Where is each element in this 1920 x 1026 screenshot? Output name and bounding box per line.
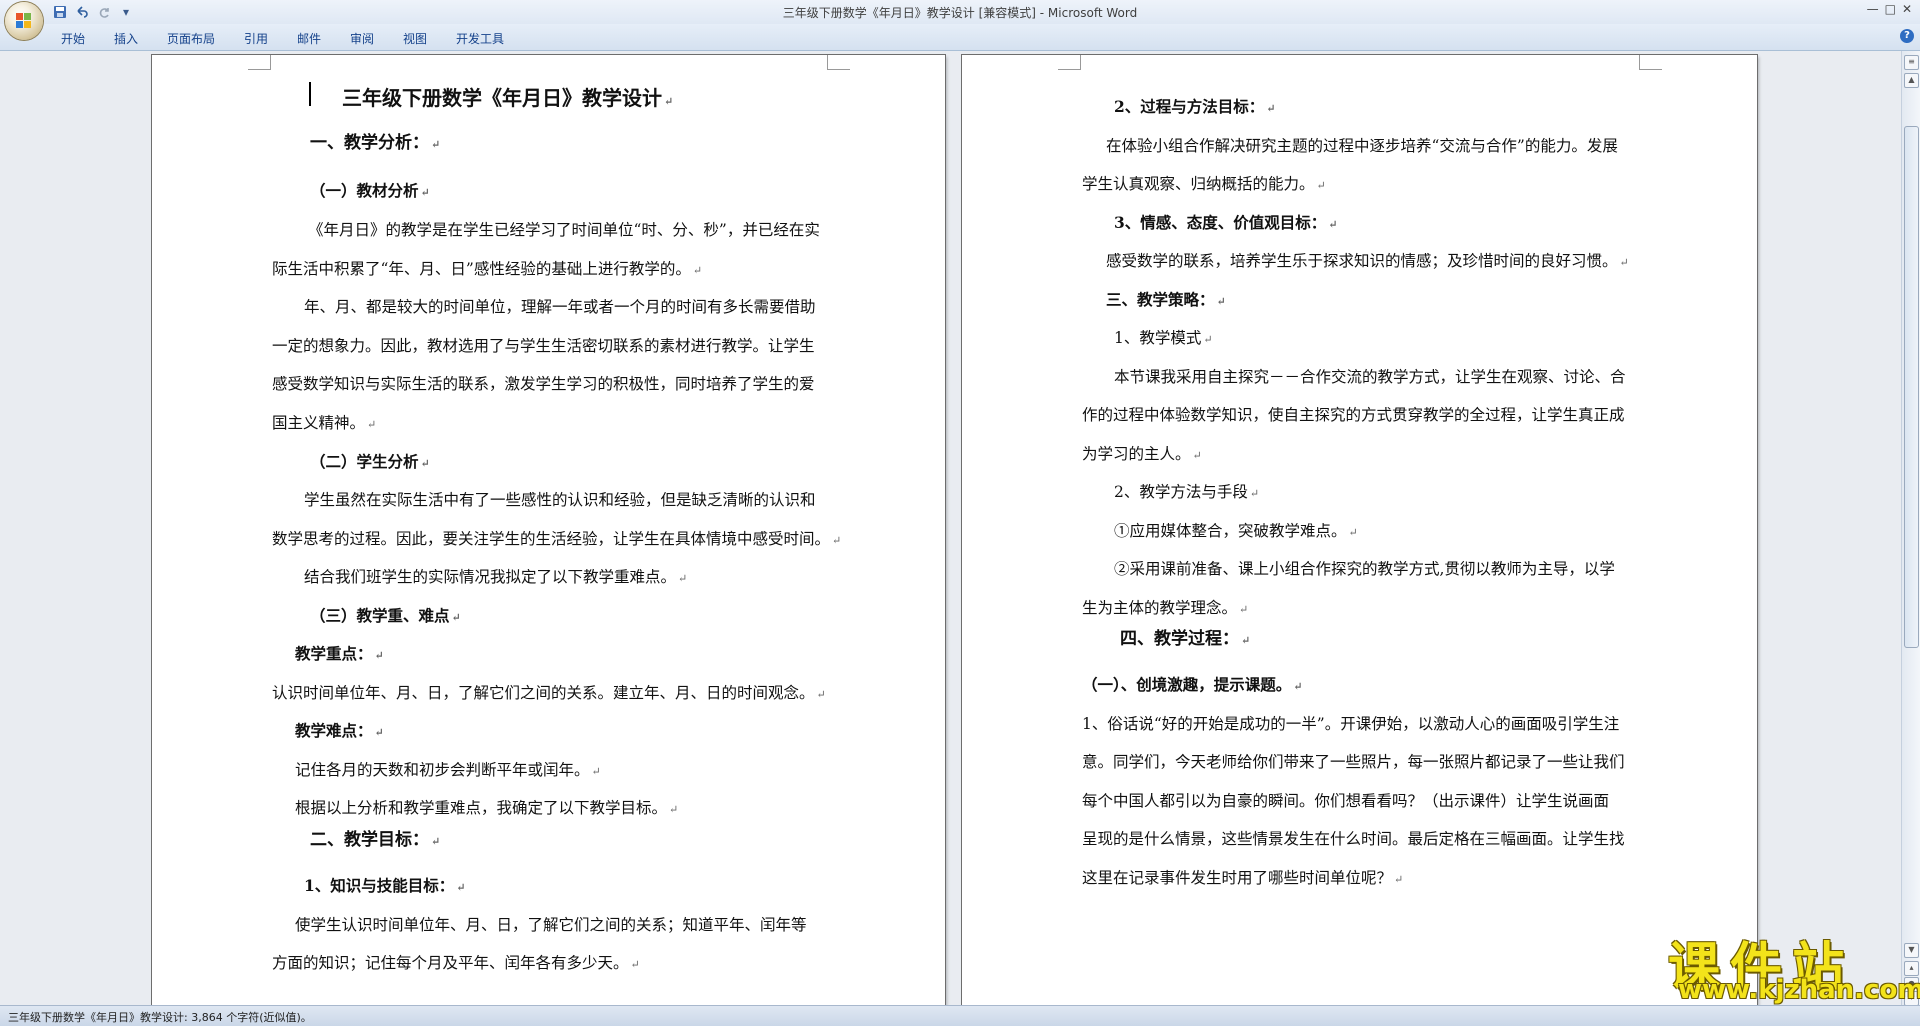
document-title: 三年级下册数学《年月日》教学设计 ↵: [342, 86, 674, 110]
paragraph-line: 国主义精神。 ↵: [272, 414, 377, 432]
paragraph-line: 结合我们班学生的实际情况我拟定了以下教学重难点。 ↵: [304, 568, 688, 586]
heading-teaching-process: 四、教学过程： ↵: [1120, 629, 1251, 649]
tab-page-layout[interactable]: 页面布局: [167, 30, 215, 47]
heading-teaching-goals: 二、教学目标： ↵: [310, 830, 441, 850]
subheading-key-difficult-points: （三）教学重、难点 ↵: [310, 606, 461, 625]
paragraph-line: 年、月、都是较大的时间单位，理解一年或者一个月的时间有多长需要借助: [304, 298, 816, 316]
paragraph-line: 数学思考的过程。因此，要关注学生的生活经验，让学生在具体情境中感受时间。 ↵: [272, 530, 842, 548]
paragraph-line: 感受数学的联系，培养学生乐于探求知识的情感；及珍惜时间的良好习惯。 ↵: [1106, 252, 1629, 270]
ruler-toggle-icon[interactable]: ≡: [1904, 55, 1919, 70]
watermark-url: www.kjzhan.com: [1678, 975, 1920, 1005]
scroll-up-icon[interactable]: ▲: [1904, 73, 1919, 88]
paragraph-line: 感受数学知识与实际生活的联系，激发学生学习的积极性，同时培养了学生的爱: [272, 375, 815, 393]
label-key-points: 教学重点： ↵: [295, 644, 384, 663]
minimize-button[interactable]: —: [1867, 2, 1879, 16]
office-logo-icon: [16, 13, 32, 29]
ribbon-tabs: 开始 插入 页面布局 引用 邮件 审阅 视图 开发工具 ?: [0, 24, 1920, 51]
subheading-process-goal: 2、过程与方法目标： ↵: [1114, 97, 1276, 116]
paragraph-line: 2、教学方法与手段 ↵: [1114, 483, 1260, 501]
tab-developer[interactable]: 开发工具: [456, 30, 504, 47]
heading-teaching-analysis: 一、教学分析： ↵: [310, 133, 441, 153]
tab-review[interactable]: 审阅: [350, 30, 374, 47]
tab-references[interactable]: 引用: [244, 30, 268, 47]
paragraph-line: 每个中国人都引以为自豪的瞬间。你们想看看吗？（出示课件）让学生说画面: [1082, 792, 1610, 810]
page-text-right: 2、过程与方法目标： ↵ 在体验小组合作解决研究主题的过程中逐步培养“交流与合作”…: [962, 55, 1757, 1005]
tab-mailings[interactable]: 邮件: [297, 30, 321, 47]
paragraph-line: 这里在记录事件发生时用了哪些时间单位呢？ ↵: [1082, 869, 1404, 887]
paragraph-line: 记住各月的天数和初步会判断平年或闰年。 ↵: [295, 761, 601, 779]
label-difficult-points: 教学难点： ↵: [295, 721, 384, 740]
paragraph-line: 根据以上分析和教学重难点，我确定了以下教学目标。 ↵: [295, 799, 679, 817]
paragraph-line: 1、俗话说“好的开始是成功的一半”。开课伊始，以激动人心的画面吸引学生注: [1082, 715, 1620, 733]
tab-home[interactable]: 开始: [61, 30, 85, 47]
help-icon[interactable]: ?: [1900, 29, 1914, 43]
subheading-emotion-goal: 3、情感、态度、价值观目标： ↵: [1114, 213, 1338, 232]
watermark-logo: 课件站 www.kjzhan.com: [1668, 925, 1920, 1005]
paragraph-line: 1、教学模式 ↵: [1114, 329, 1213, 347]
paragraph-line: 为学习的主人。 ↵: [1082, 445, 1202, 463]
paragraph-line: 本节课我采用自主探究－－合作交流的教学方式，让学生在观察、讨论、合: [1114, 368, 1626, 386]
heading-teaching-strategy: 三、教学策略： ↵: [1106, 290, 1226, 309]
office-button[interactable]: [5, 2, 43, 40]
maximize-button[interactable]: □: [1885, 2, 1896, 16]
vertical-scrollbar[interactable]: ≡ ▲ ▼ ▴ ● ▾: [1901, 51, 1920, 1006]
paragraph-line: 认识时间单位年、月、日，了解它们之间的关系。建立年、月、日的时间观念。 ↵: [272, 684, 826, 702]
subheading-knowledge-goal: 1、知识与技能目标： ↵: [304, 876, 466, 895]
window-title: 三年级下册数学《年月日》教学设计 [兼容模式] - Microsoft Word: [782, 6, 1138, 20]
paragraph-line: 方面的知识；记住每个月及平年、闰年各有多少天。 ↵: [272, 954, 640, 972]
document-page-left[interactable]: 三年级下册数学《年月日》教学设计 ↵ 一、教学分析： ↵ （一）教材分析 ↵ 《年月日…: [152, 55, 945, 1005]
tab-insert[interactable]: 插入: [114, 30, 138, 47]
page-text-left: 三年级下册数学《年月日》教学设计 ↵ 一、教学分析： ↵ （一）教材分析 ↵ 《年月日…: [152, 55, 945, 1005]
status-text: 三年级下册数学《年月日》教学设计: 3,864 个字符(近似值)。: [8, 1011, 312, 1024]
paragraph-line: 一定的想象力。因此，教材选用了与学生生活密切联系的素材进行教学。让学生: [272, 337, 815, 355]
paragraph-line: ①应用媒体整合，突破教学难点。 ↵: [1114, 522, 1358, 540]
close-button[interactable]: ✕: [1902, 2, 1912, 16]
paragraph-line: 生为主体的教学理念。 ↵: [1082, 599, 1249, 617]
subheading-scenario-intro: （一）、创境激趣，提示课题。 ↵: [1082, 675, 1303, 694]
subheading-student-analysis: （二）学生分析 ↵: [310, 452, 430, 471]
status-bar: 三年级下册数学《年月日》教学设计: 3,864 个字符(近似值)。: [0, 1005, 1920, 1026]
paragraph-line: 意。同学们，今天老师给你们带来了一些照片，每一张照片都记录了一些让我们: [1082, 753, 1625, 771]
tab-view[interactable]: 视图: [403, 30, 427, 47]
paragraph-line: 学生虽然在实际生活中有了一些感性的认识和经验，但是缺乏清晰的认识和: [304, 491, 816, 509]
title-bar: ▾ 三年级下册数学《年月日》教学设计 [兼容模式] - Microsoft Wo…: [0, 0, 1920, 24]
paragraph-line: 《年月日》的教学是在学生已经学习了时间单位“时、分、秒”，并已经在实: [308, 221, 820, 239]
subheading-material-analysis: （一）教材分析 ↵: [310, 181, 430, 200]
paragraph-line: 呈现的是什么情景，这些情景发生在什么时间。最后定格在三幅画面。让学生找: [1082, 830, 1625, 848]
paragraph-line: 作的过程中体验数学知识，使自主探究的方式贯穿教学的全过程，让学生真正成: [1082, 406, 1625, 424]
document-area[interactable]: 三年级下册数学《年月日》教学设计 ↵ 一、教学分析： ↵ （一）教材分析 ↵ 《年月日…: [0, 51, 1902, 1005]
paragraph-line: 在体验小组合作解决研究主题的过程中逐步培养“交流与合作”的能力。发展: [1106, 137, 1618, 155]
window-controls: — □ ✕: [1867, 2, 1912, 16]
paragraph-line: ②采用课前准备、课上小组合作探究的教学方式,贯彻以教师为主导，以学: [1114, 560, 1615, 578]
paragraph-line: 学生认真观察、归纳概括的能力。 ↵: [1082, 175, 1326, 193]
document-page-right[interactable]: 2、过程与方法目标： ↵ 在体验小组合作解决研究主题的过程中逐步培养“交流与合作”…: [962, 55, 1757, 1005]
paragraph-line: 使学生认识时间单位年、月、日，了解它们之间的关系；知道平年、闰年等: [295, 916, 807, 934]
scrollbar-thumb[interactable]: [1904, 126, 1919, 648]
paragraph-line: 际生活中积累了“年、月、日”感性经验的基础上进行教学的。 ↵: [272, 260, 703, 278]
